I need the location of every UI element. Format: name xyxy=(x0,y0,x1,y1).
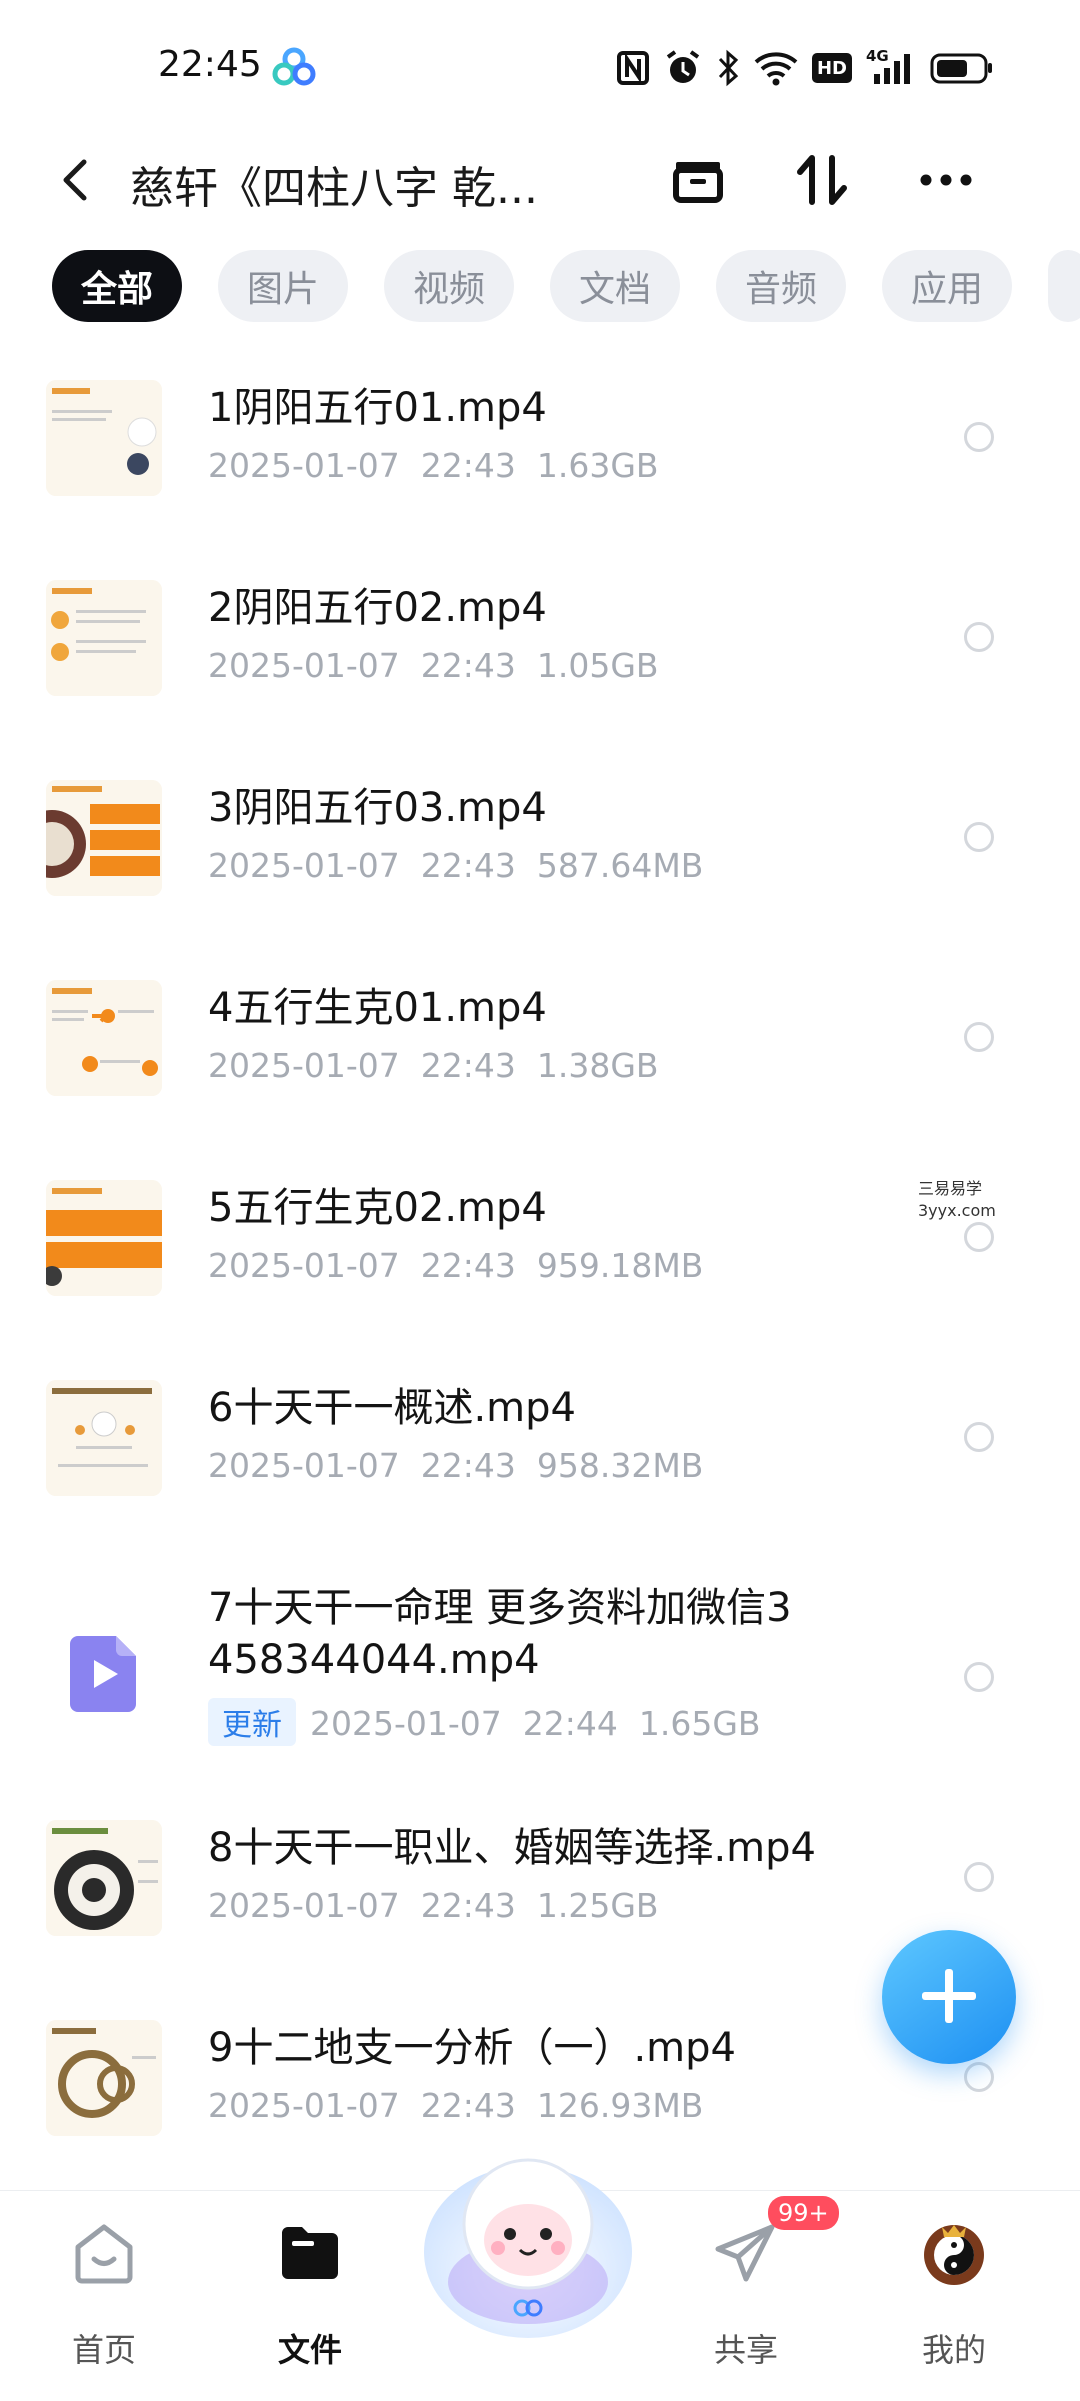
filter-documents[interactable]: 文档 xyxy=(550,250,680,322)
filter-videos[interactable]: 视频 xyxy=(384,250,514,322)
file-meta: 2025-01-07 22:43 126.93MB xyxy=(208,2086,704,2125)
avatar-icon xyxy=(924,2225,984,2285)
tab-files[interactable]: 文件 xyxy=(240,2209,380,2369)
file-row[interactable]: 4五行生克01.mp4 2025-01-07 22:43 1.38GB xyxy=(0,970,1080,1170)
file-meta: 2025-01-07 22:43 1.25GB xyxy=(208,1886,659,1925)
file-name: 8十天干一职业、婚姻等选择.mp4 xyxy=(208,1825,816,1871)
file-name: 3阴阳五行03.mp4 xyxy=(208,785,547,831)
video-thumbnail xyxy=(46,1820,162,1936)
filter-apps[interactable]: 应用 xyxy=(882,250,1012,322)
select-radio[interactable] xyxy=(964,822,994,852)
cloud-app-icon xyxy=(272,47,316,86)
tab-label: 共享 xyxy=(713,2331,778,2369)
home-icon xyxy=(75,2224,133,2284)
select-radio[interactable] xyxy=(964,1222,994,1252)
file-meta: 2025-01-07 22:43 587.64MB xyxy=(208,846,704,885)
file-meta: 2025-01-07 22:43 959.18MB xyxy=(208,1246,704,1285)
file-meta: 2025-01-07 22:43 958.32MB xyxy=(208,1446,704,1485)
file-row[interactable]: 2阴阳五行02.mp4 2025-01-07 22:43 1.05GB xyxy=(0,570,1080,770)
status-time: 22:45 xyxy=(158,44,262,85)
watermark: 三易易学 3yyx.com xyxy=(918,1179,996,1220)
share-count-badge: 99+ xyxy=(768,2196,839,2230)
status-bar: 22:45 HD 4G xyxy=(0,0,1080,130)
updated-badge: 更新 xyxy=(208,1698,296,1746)
select-radio[interactable] xyxy=(964,1422,994,1452)
tab-me[interactable]: 我的 xyxy=(884,2209,1024,2369)
file-name: 5五行生克02.mp4 xyxy=(208,1185,547,1231)
tab-share[interactable]: 共享 xyxy=(676,2209,816,2369)
folder-icon xyxy=(282,2227,338,2279)
mascot-button[interactable] xyxy=(418,2132,638,2342)
alarm-icon xyxy=(666,50,700,83)
file-meta: 更新 2025-01-07 22:44 1.65GB xyxy=(208,1698,761,1746)
video-thumbnail xyxy=(46,580,162,696)
select-radio[interactable] xyxy=(964,422,994,452)
folder-title: 慈轩《四柱八字 乾... xyxy=(130,163,538,214)
add-button[interactable] xyxy=(882,1930,1016,2064)
select-radio[interactable] xyxy=(964,2062,994,2092)
top-navigation: 慈轩《四柱八字 乾... xyxy=(0,130,1080,230)
video-thumbnail xyxy=(46,2020,162,2136)
select-radio[interactable] xyxy=(964,1862,994,1892)
file-row[interactable]: 7十天干一命理 更多资料加微信3458344044.mp4 更新 2025-01-… xyxy=(0,1570,1080,1830)
tab-label: 文件 xyxy=(277,2331,342,2369)
video-thumbnail xyxy=(46,380,162,496)
filter-images[interactable]: 图片 xyxy=(218,250,348,322)
nfc-icon xyxy=(617,51,649,85)
video-thumbnail xyxy=(46,1180,162,1296)
file-name: 7十天干一命理 更多资料加微信3458344044.mp4 xyxy=(208,1585,792,1683)
tab-label: 首页 xyxy=(71,2331,136,2369)
file-name: 6十天干一概述.mp4 xyxy=(208,1385,576,1431)
tab-home[interactable]: 首页 xyxy=(34,2209,174,2369)
filter-more[interactable] xyxy=(1048,250,1080,322)
select-radio[interactable] xyxy=(964,622,994,652)
video-thumbnail xyxy=(46,780,162,896)
bluetooth-icon xyxy=(718,49,739,87)
file-row[interactable]: 1阴阳五行01.mp4 2025-01-07 22:43 1.63GB xyxy=(0,370,1080,570)
battery-icon xyxy=(930,53,992,84)
hd-icon: HD xyxy=(812,53,852,83)
file-row[interactable]: 6十天干一概述.mp4 2025-01-07 22:43 958.32MB xyxy=(0,1370,1080,1570)
wifi-icon xyxy=(754,52,798,86)
file-name: 1阴阳五行01.mp4 xyxy=(208,385,547,431)
file-meta: 2025-01-07 22:43 1.38GB xyxy=(208,1046,659,1085)
file-meta: 2025-01-07 22:43 1.05GB xyxy=(208,646,659,685)
video-thumbnail xyxy=(46,1380,162,1496)
network-type: 4G xyxy=(866,47,889,65)
select-box-icon[interactable] xyxy=(666,148,730,212)
select-radio[interactable] xyxy=(964,1022,994,1052)
more-icon[interactable] xyxy=(914,148,978,212)
file-row[interactable]: 3阴阳五行03.mp4 2025-01-07 22:43 587.64MB xyxy=(0,770,1080,970)
filter-chips: 全部 图片 视频 文档 音频 应用 xyxy=(52,250,1080,324)
back-arrow-icon[interactable] xyxy=(48,152,104,208)
signal-icon: 4G xyxy=(866,47,916,87)
video-thumbnail xyxy=(46,980,162,1096)
file-name: 4五行生克01.mp4 xyxy=(208,985,547,1031)
file-name: 2阴阳五行02.mp4 xyxy=(208,585,547,631)
sort-icon[interactable] xyxy=(790,148,854,212)
tab-label: 我的 xyxy=(921,2331,986,2369)
select-radio[interactable] xyxy=(964,1662,994,1692)
filter-audio[interactable]: 音频 xyxy=(716,250,846,322)
video-file-icon xyxy=(70,1636,136,1712)
file-name: 9十二地支一分析（一）.mp4 xyxy=(208,2025,736,2071)
file-meta: 2025-01-07 22:43 1.63GB xyxy=(208,446,659,485)
share-plane-icon xyxy=(715,2224,775,2282)
filter-all[interactable]: 全部 xyxy=(52,250,182,322)
